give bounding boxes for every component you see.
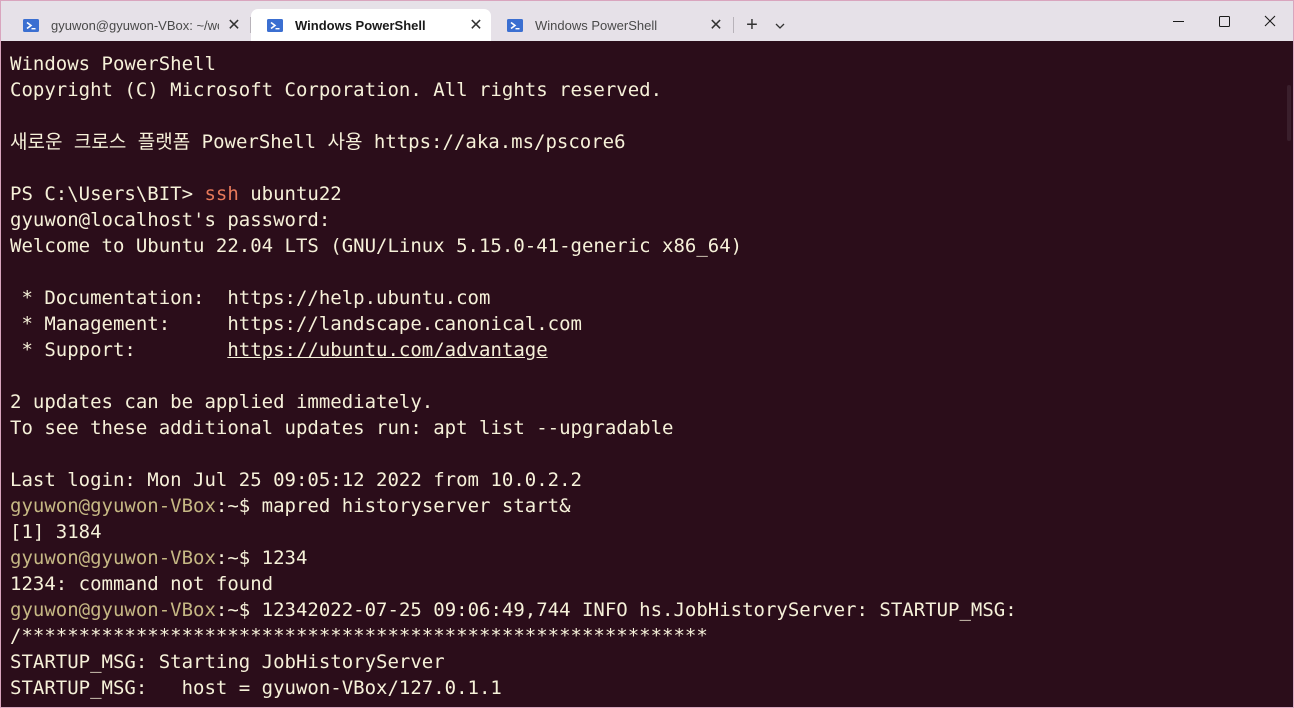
- terminal-line: gyuwon@gyuwon-VBox:~$ 12342022-07-25 09:…: [10, 597, 1293, 623]
- terminal-line: * Documentation: https://help.ubuntu.com: [10, 287, 491, 309]
- shell-prompt-path: :~$: [215, 547, 262, 569]
- minimize-button[interactable]: [1155, 1, 1201, 41]
- tab-dropdown-button[interactable]: [769, 11, 791, 39]
- terminal-line: To see these additional updates run: apt…: [10, 417, 674, 439]
- tab-title: gyuwon@gyuwon-VBox: ~/wc: [51, 17, 219, 33]
- close-window-button[interactable]: [1247, 1, 1293, 41]
- terminal-line: 2 updates can be applied immediately.: [10, 391, 434, 413]
- close-tab-icon[interactable]: ✕: [701, 15, 731, 35]
- terminal-line: Copyright (C) Microsoft Corporation. All…: [10, 79, 663, 101]
- tab-title: Windows PowerShell: [295, 17, 426, 33]
- terminal-line: PS C:\Users\BIT> ssh ubuntu22: [10, 181, 1293, 207]
- tab-divider: [733, 17, 734, 33]
- minimize-icon: [1172, 20, 1184, 22]
- chevron-down-icon: [775, 23, 785, 29]
- terminal-line: 새로운 크로스 플랫폼 PowerShell 사용 https://aka.ms…: [10, 131, 626, 153]
- powershell-icon: [23, 18, 39, 32]
- terminal-line: * Support: https://ubuntu.com/advantage: [10, 337, 1293, 363]
- powershell-icon: [507, 18, 523, 32]
- maximize-icon: [1218, 15, 1230, 27]
- terminal-line: gyuwon@gyuwon-VBox:~$ mapred historyserv…: [10, 493, 1293, 519]
- close-icon: [1264, 15, 1276, 27]
- shell-prompt-path: :~$: [215, 495, 262, 517]
- shell-command: mapred historyserver start&: [261, 495, 571, 517]
- shell-prompt-user: gyuwon@gyuwon-VBox: [10, 599, 216, 621]
- command-name: ssh: [204, 183, 239, 205]
- tab-windows-powershell[interactable]: Windows PowerShell ✕: [491, 9, 731, 41]
- shell-command: 1234: [261, 547, 308, 569]
- powershell-icon: [267, 18, 283, 32]
- terminal-line: [1] 3184: [10, 521, 102, 543]
- tab-windows-powershell-active[interactable]: Windows PowerShell ✕: [251, 9, 491, 41]
- terminal-output[interactable]: Windows PowerShell Copyright (C) Microso…: [1, 41, 1293, 707]
- terminal-line: Welcome to Ubuntu 22.04 LTS (GNU/Linux 5…: [10, 235, 743, 257]
- terminal-line: gyuwon@gyuwon-VBox:~$ 1234: [10, 545, 1293, 571]
- terminal-line: Last login: Mon Jul 25 09:05:12 2022 fro…: [10, 469, 582, 491]
- terminal-line: STARTUP_MSG: Starting JobHistoryServer: [10, 651, 445, 673]
- new-tab-button[interactable]: +: [739, 11, 765, 39]
- ps-prompt: PS C:\Users\BIT>: [10, 183, 205, 205]
- shell-command: 12342022-07-25 09:06:49,744 INFO hs.JobH…: [261, 599, 1017, 621]
- terminal-line: STARTUP_MSG: host = gyuwon-VBox/127.0.1.…: [10, 677, 502, 699]
- support-link[interactable]: https://ubuntu.com/advantage: [227, 339, 547, 361]
- terminal-line: gyuwon@localhost's password:: [10, 209, 331, 231]
- shell-prompt-path: :~$: [215, 599, 262, 621]
- terminal-window: gyuwon@gyuwon-VBox: ~/wc ✕ Windows Power…: [0, 0, 1294, 708]
- scrollbar[interactable]: [1287, 85, 1291, 141]
- terminal-line: Windows PowerShell: [10, 53, 216, 75]
- title-bar: gyuwon@gyuwon-VBox: ~/wc ✕ Windows Power…: [1, 1, 1293, 41]
- shell-prompt-user: gyuwon@gyuwon-VBox: [10, 547, 216, 569]
- shell-prompt-user: gyuwon@gyuwon-VBox: [10, 495, 216, 517]
- tab-ubuntu[interactable]: gyuwon@gyuwon-VBox: ~/wc ✕: [7, 9, 249, 41]
- terminal-line: * Management: https://landscape.canonica…: [10, 313, 582, 335]
- terminal-line: 1234: command not found: [10, 573, 274, 595]
- command-argument: ubuntu22: [238, 183, 342, 205]
- tab-title: Windows PowerShell: [535, 17, 658, 33]
- terminal-line: /***************************************…: [10, 625, 708, 647]
- support-label: * Support:: [10, 339, 228, 361]
- close-tab-icon[interactable]: ✕: [219, 15, 249, 35]
- close-tab-icon[interactable]: ✕: [461, 15, 491, 35]
- maximize-button[interactable]: [1201, 1, 1247, 41]
